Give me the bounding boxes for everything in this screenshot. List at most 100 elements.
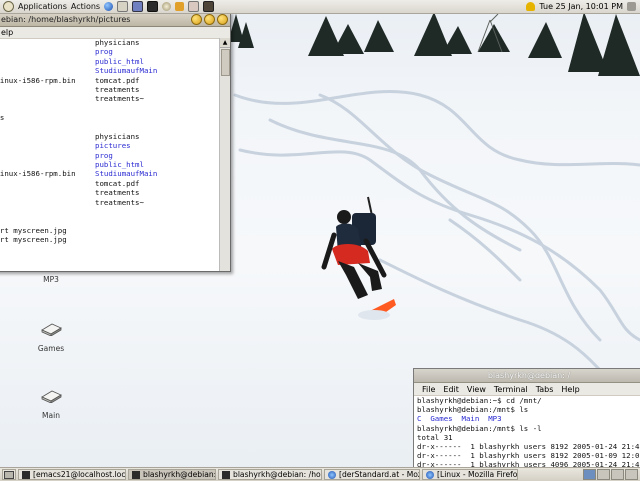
- clock-launcher-icon[interactable]: [162, 2, 172, 11]
- desktop-icon-label: Main: [42, 411, 60, 420]
- browser-launcher-icon[interactable]: [104, 2, 114, 11]
- menu-help[interactable]: elp: [1, 28, 13, 37]
- terminal-output[interactable]: physiciansprogpublic_htmlStudiumaufMain-…: [0, 38, 219, 271]
- terminal-launcher-icon[interactable]: [147, 1, 159, 12]
- menu-tabs[interactable]: Tabs: [536, 385, 554, 394]
- window-title: ebian: /home/blashyrkh/pictures: [1, 15, 131, 24]
- terminal-file-entry: prog: [95, 150, 113, 160]
- terminal-titlebar[interactable]: blashyrkh@debian: /: [414, 369, 640, 383]
- media-launcher-icon[interactable]: [203, 1, 215, 12]
- terminal-scrollbar[interactable]: ▲: [219, 38, 230, 271]
- terminal-line: port myscreen.jpg: [0, 226, 219, 235]
- terminal-line: C Games Main MP3: [417, 414, 640, 423]
- terminal-line: pictures: [0, 141, 219, 150]
- terminal-line: treatments~: [0, 198, 219, 207]
- drive-icon: [41, 323, 62, 337]
- terminal-line: -linux-i586-rpm.bin StudiumaufMain: [0, 169, 219, 178]
- terminal-file-entry: StudiumaufMain: [95, 66, 158, 76]
- terminal-line: physicians: [0, 38, 219, 47]
- workspace-1[interactable]: [583, 469, 596, 480]
- taskbar-window-label: [Linux - Mozilla Firefox]: [437, 470, 518, 479]
- menu-file[interactable]: File: [422, 385, 435, 394]
- menu-terminal[interactable]: Terminal: [494, 385, 528, 394]
- desktop-icon-label: MP3: [43, 275, 59, 284]
- taskbar-window-label: [derStandard.at - Mozilla Fi: [339, 470, 419, 479]
- terminal-file-entry: pictures: [95, 141, 131, 151]
- terminal-left-text: res: [0, 113, 5, 123]
- gimp-launcher-icon[interactable]: [175, 2, 185, 11]
- taskbar-window-button[interactable]: [derStandard.at - Mozilla Fi: [324, 469, 420, 480]
- taskbar-window-label: blashyrkh@debian: /home/b: [233, 470, 321, 479]
- terminal-left-text: port myscreen.jpg: [0, 235, 67, 245]
- text-editor-launcher-icon[interactable]: [117, 1, 129, 12]
- taskbar-window-button[interactable]: [emacs21@localhost.locald: [18, 469, 126, 480]
- show-desktop-icon: [4, 470, 14, 479]
- applications-menu[interactable]: Applications: [18, 2, 67, 11]
- terminal-dir-entry: Games: [430, 414, 462, 424]
- terminal-file-entry: treatments: [95, 84, 140, 94]
- terminal-window-root[interactable]: blashyrkh@debian: / File Edit View Terminal…: [413, 368, 640, 472]
- firefox-icon: [426, 470, 434, 479]
- desktop-icon-main[interactable]: Main: [31, 389, 71, 420]
- minimize-button[interactable]: [191, 14, 202, 25]
- terminal-line: treatments: [0, 85, 219, 94]
- terminal-dir-entry: MP3: [488, 414, 502, 424]
- desktop-icon-games[interactable]: Games: [31, 322, 71, 353]
- window-title: blashyrkh@debian: /: [487, 371, 571, 380]
- scrollbar-thumb[interactable]: [221, 49, 230, 76]
- terminal-line: public_html: [0, 160, 219, 169]
- terminal-file-entry: physicians: [95, 38, 140, 47]
- close-button[interactable]: [217, 14, 228, 25]
- desktop-icon-label: Games: [37, 344, 65, 353]
- terminal-line: port myscreen.jpg: [0, 235, 219, 244]
- workspace-4[interactable]: [625, 469, 638, 480]
- taskbar-window-label: blashyrkh@debian: /: [143, 470, 216, 479]
- terminal-window-pictures[interactable]: ebian: /home/blashyrkh/pictures elp phys…: [0, 12, 231, 272]
- terminal-file-entry: treatments~: [95, 94, 144, 104]
- terminal-menubar: File Edit View Terminal Tabs Help: [414, 383, 640, 396]
- terminal-file-entry: public_html: [95, 160, 144, 170]
- top-panel: Applications Actions Tue 25 Jan, 10:01 P…: [0, 0, 640, 14]
- terminal-titlebar[interactable]: ebian: /home/blashyrkh/pictures: [0, 13, 230, 27]
- menu-edit[interactable]: Edit: [443, 385, 459, 394]
- terminal-left-text: port myscreen.jpg: [0, 225, 67, 235]
- terminal-file-entry: physicians: [95, 131, 140, 141]
- menu-help[interactable]: Help: [561, 385, 579, 394]
- workspace-3[interactable]: [611, 469, 624, 480]
- panel-clock-area: Tue 25 Jan, 10:01 PM: [522, 0, 636, 13]
- menu-view[interactable]: View: [467, 385, 486, 394]
- terminal-line: total 31: [417, 432, 453, 442]
- actions-menu[interactable]: Actions: [71, 2, 100, 11]
- mail-launcher-icon[interactable]: [188, 1, 200, 12]
- show-desktop-button[interactable]: [2, 469, 16, 480]
- terminal-output[interactable]: blashyrkh@debian:~$ cd /mnt/blashyrkh@de…: [414, 396, 640, 470]
- terminal-dir-entry: C: [417, 414, 431, 424]
- terminal-line: StudiumaufMain: [0, 66, 219, 75]
- clock-text[interactable]: Tue 25 Jan, 10:01 PM: [539, 2, 623, 11]
- terminal-line: public_html: [0, 57, 219, 66]
- taskbar-window-button[interactable]: blashyrkh@debian: /home/b: [218, 469, 322, 480]
- terminal-line: res: [0, 113, 219, 122]
- user-icon[interactable]: [526, 2, 536, 11]
- office-launcher-icon[interactable]: [132, 1, 144, 12]
- terminal-line: dr-x------ 1 blashyrkh users 8192 2005-0…: [417, 441, 640, 451]
- terminal-line: treatments~: [0, 94, 219, 103]
- gnome-foot-icon[interactable]: [3, 1, 14, 12]
- terminal-left-text: -linux-i586-rpm.bin: [0, 169, 76, 179]
- terminal-file-entry: treatments~: [95, 197, 144, 207]
- terminal-line: blashyrkh@debian:/mnt$ ls -l: [417, 423, 542, 433]
- terminal-file-entry: tomcat.pdf: [95, 178, 140, 188]
- drive-icon: [41, 390, 62, 404]
- terminal-file-entry: StudiumaufMain: [95, 169, 158, 179]
- volume-icon[interactable]: [627, 2, 636, 11]
- workspace-2[interactable]: [597, 469, 610, 480]
- scroll-up-arrow-icon[interactable]: ▲: [220, 38, 230, 48]
- terminal-file-entry: tomcat.pdf: [95, 75, 140, 85]
- taskbar-window-label: [emacs21@localhost.locald: [33, 470, 126, 479]
- terminal-line: physicians: [0, 132, 219, 141]
- taskbar-window-button[interactable]: blashyrkh@debian: /: [128, 469, 216, 480]
- maximize-button[interactable]: [204, 14, 215, 25]
- taskbar-window-button[interactable]: [Linux - Mozilla Firefox]: [422, 469, 518, 480]
- terminal-line: tomcat.pdf: [0, 179, 219, 188]
